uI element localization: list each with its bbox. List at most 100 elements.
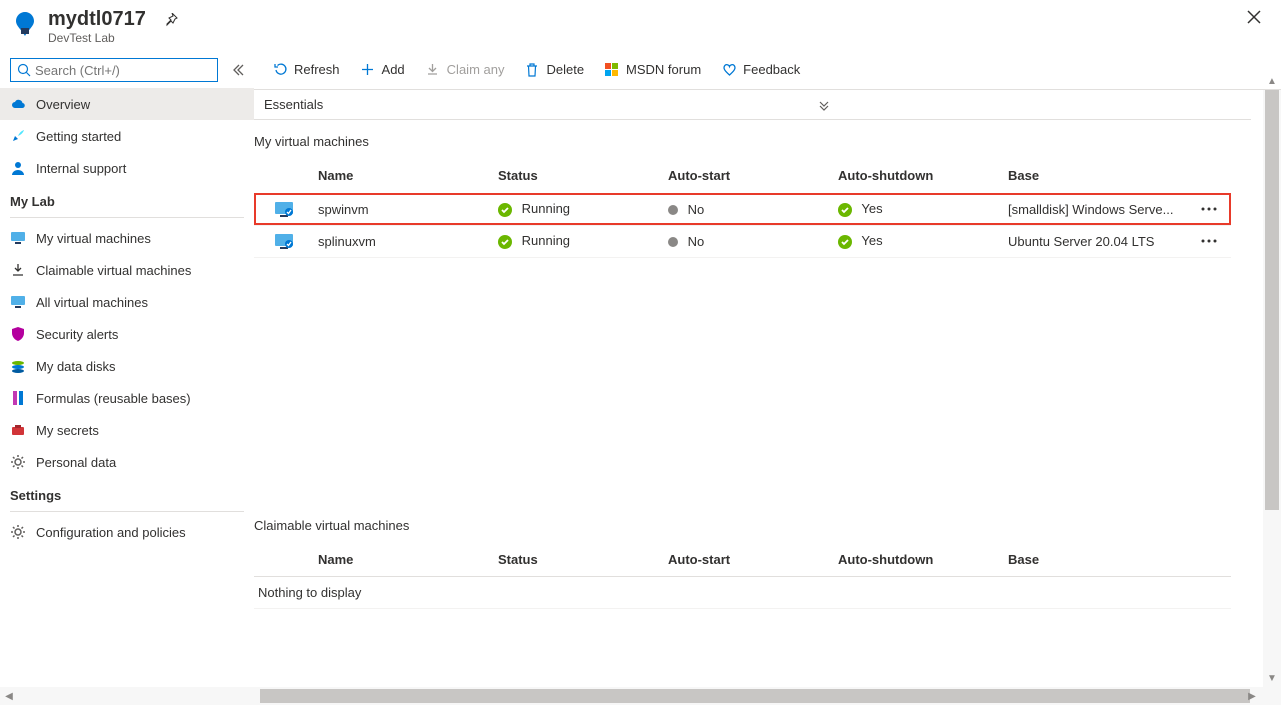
sidebar-item-label: My secrets	[36, 423, 99, 438]
person-icon	[10, 160, 26, 176]
col-name[interactable]: Name	[314, 159, 494, 193]
sidebar-item-label: My virtual machines	[36, 231, 151, 246]
sidebar-item-label: Claimable virtual machines	[36, 263, 191, 278]
cell-autoshut: Yes	[834, 193, 1004, 225]
refresh-button[interactable]: Refresh	[262, 50, 350, 89]
monitor-icon	[10, 230, 26, 246]
sidebar-item-config[interactable]: Configuration and policies	[0, 516, 254, 548]
sidebar-item-personal[interactable]: Personal data	[0, 446, 254, 478]
search-input[interactable]	[35, 63, 211, 78]
sidebar-item-getting-started[interactable]: Getting started	[0, 120, 254, 152]
heart-icon	[721, 62, 737, 78]
sidebar-item-overview[interactable]: Overview	[0, 88, 254, 120]
col-autostart[interactable]: Auto-start	[664, 159, 834, 193]
add-label: Add	[382, 62, 405, 77]
collapse-sidebar-icon[interactable]	[232, 64, 244, 76]
scroll-thumb[interactable]	[260, 689, 1250, 703]
refresh-icon	[272, 62, 288, 78]
scroll-thumb[interactable]	[1265, 90, 1279, 510]
scroll-right-arrow[interactable]: ▶	[1243, 687, 1261, 705]
sidebar-item-label: All virtual machines	[36, 295, 148, 310]
table-row[interactable]: splinuxvm Running No YesUbuntu Server 20…	[254, 225, 1231, 257]
sidebar-item-data-disks[interactable]: My data disks	[0, 350, 254, 382]
sidebar-item-claimable[interactable]: Claimable virtual machines	[0, 254, 254, 286]
briefcase-icon	[10, 422, 26, 438]
sidebar-item-all-vms[interactable]: All virtual machines	[0, 286, 254, 318]
cell-name: spwinvm	[314, 193, 494, 225]
status-grey-icon	[668, 205, 678, 215]
essentials-toggle[interactable]: Essentials	[254, 90, 1251, 120]
status-ok-icon	[838, 235, 852, 249]
sidebar-item-security[interactable]: Security alerts	[0, 318, 254, 350]
download-icon	[10, 262, 26, 278]
col-status[interactable]: Status	[494, 543, 664, 577]
add-button[interactable]: Add	[350, 50, 415, 89]
feedback-button[interactable]: Feedback	[711, 50, 810, 89]
close-icon[interactable]	[1247, 10, 1261, 24]
claim-any-button: Claim any	[415, 50, 515, 89]
sidebar-item-internal-support[interactable]: Internal support	[0, 152, 254, 184]
claim-icon	[425, 62, 441, 78]
monitor-icon	[10, 294, 26, 310]
row-menu-button[interactable]	[1197, 225, 1231, 257]
sidebar-item-secrets[interactable]: My secrets	[0, 414, 254, 446]
formula-icon	[10, 390, 26, 406]
cell-base: Ubuntu Server 20.04 LTS	[1004, 225, 1197, 257]
sidebar-item-my-vms[interactable]: My virtual machines	[0, 222, 254, 254]
col-autoshut[interactable]: Auto-shutdown	[834, 543, 1004, 577]
cell-status: Running	[494, 193, 664, 225]
msdn-label: MSDN forum	[626, 62, 701, 77]
search-input-wrap[interactable]	[10, 58, 218, 82]
scroll-down-arrow[interactable]: ▼	[1263, 669, 1281, 687]
vertical-scrollbar[interactable]: ▲ ▼	[1263, 90, 1281, 687]
cloud-icon	[10, 96, 26, 112]
sidebar-item-label: Getting started	[36, 129, 121, 144]
col-name[interactable]: Name	[314, 543, 494, 577]
col-base[interactable]: Base	[1004, 543, 1197, 577]
cell-autoshut: Yes	[834, 225, 1004, 257]
toolbar: Refresh Add Claim any Delete MSDN forum …	[254, 50, 1281, 90]
sidebar-item-formulas[interactable]: Formulas (reusable bases)	[0, 382, 254, 414]
shield-icon	[10, 326, 26, 342]
scroll-left-arrow[interactable]: ◀	[0, 687, 18, 705]
lab-icon	[10, 10, 40, 40]
status-ok-icon	[498, 203, 512, 217]
horizontal-scrollbar[interactable]: ◀ ▶	[0, 687, 1281, 705]
delete-button[interactable]: Delete	[514, 50, 594, 89]
microsoft-logo-icon	[604, 62, 620, 78]
sidebar-item-label: My data disks	[36, 359, 115, 374]
header: mydtl0717 DevTest Lab	[0, 0, 1281, 50]
cell-name: splinuxvm	[314, 225, 494, 257]
gear-icon	[10, 524, 26, 540]
vm-icon	[274, 231, 294, 251]
col-status[interactable]: Status	[494, 159, 664, 193]
page-subtitle: DevTest Lab	[48, 31, 178, 45]
vm-icon	[274, 199, 294, 219]
col-autostart[interactable]: Auto-start	[664, 543, 834, 577]
my-vms-title: My virtual machines	[254, 134, 1261, 149]
cell-status: Running	[494, 225, 664, 257]
scroll-up-arrow[interactable]: ▲	[1263, 72, 1281, 90]
chevron-down-icon	[817, 98, 831, 112]
feedback-label: Feedback	[743, 62, 800, 77]
sidebar: OverviewGetting startedInternal support …	[0, 50, 254, 687]
col-autoshut[interactable]: Auto-shutdown	[834, 159, 1004, 193]
msdn-button[interactable]: MSDN forum	[594, 50, 711, 89]
sidebar-item-label: Formulas (reusable bases)	[36, 391, 191, 406]
delete-label: Delete	[546, 62, 584, 77]
col-base[interactable]: Base	[1004, 159, 1197, 193]
claim-vms-title: Claimable virtual machines	[254, 518, 1261, 533]
sidebar-item-label: Internal support	[36, 161, 126, 176]
status-ok-icon	[838, 203, 852, 217]
pin-icon[interactable]	[164, 13, 178, 27]
sidebar-item-label: Overview	[36, 97, 90, 112]
sidebar-item-label: Personal data	[36, 455, 116, 470]
content: My virtual machines Name Status Auto-sta…	[254, 120, 1281, 687]
claim-label: Claim any	[447, 62, 505, 77]
status-grey-icon	[668, 237, 678, 247]
row-menu-button[interactable]	[1197, 193, 1231, 225]
page-title: mydtl0717	[48, 8, 146, 31]
search-icon	[17, 63, 31, 77]
table-row[interactable]: spwinvm Running No Yes[smalldisk] Window…	[254, 193, 1231, 225]
refresh-label: Refresh	[294, 62, 340, 77]
